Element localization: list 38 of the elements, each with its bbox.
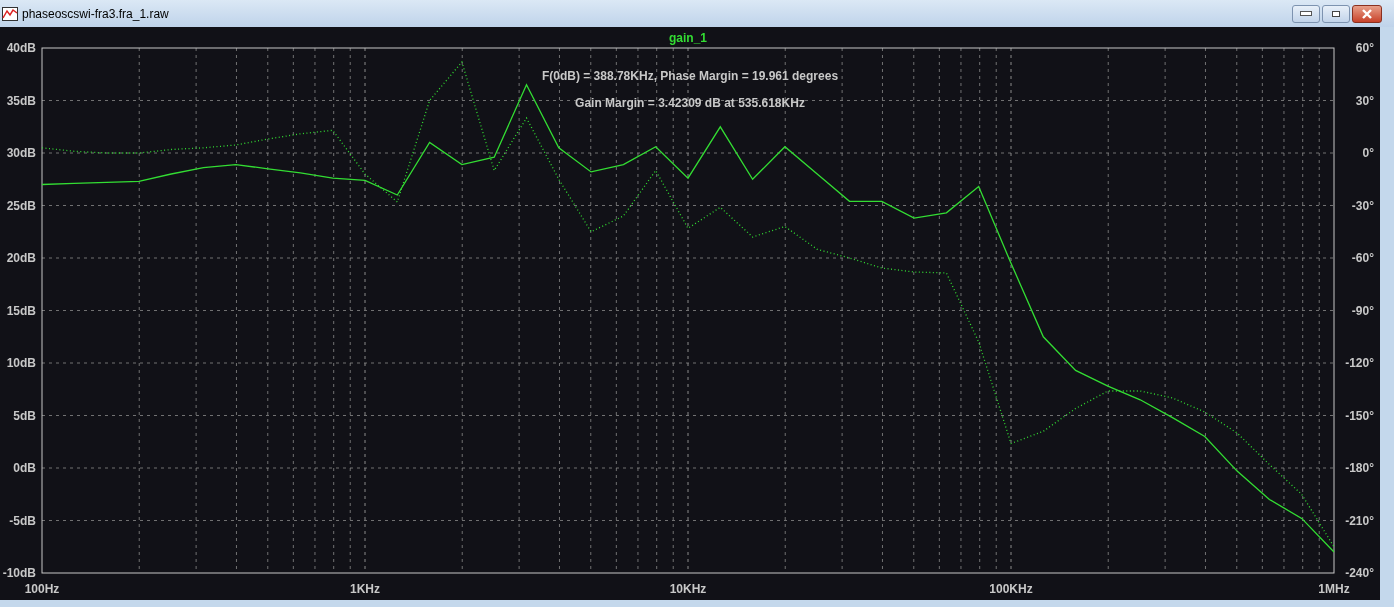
- y2-axis-label: 0°: [1362, 146, 1374, 160]
- y-axis-label: -5dB: [9, 513, 36, 528]
- x-axis-label: 1MHz: [1318, 582, 1350, 596]
- y2-axis-label: 60°: [1355, 41, 1374, 55]
- y-axis-label: 15dB: [6, 303, 36, 318]
- close-icon: [1361, 8, 1373, 19]
- y-axis-label: 35dB: [6, 93, 36, 108]
- y2-axis-label: -30°: [1351, 198, 1374, 213]
- y-axis-label: 40dB: [6, 41, 36, 55]
- maximize-button[interactable]: [1322, 4, 1350, 23]
- y2-axis-label: -150°: [1345, 408, 1374, 423]
- minimize-icon: [1300, 11, 1312, 16]
- window-title: phaseoscswi-fra3.fra_1.raw: [22, 6, 170, 21]
- y2-axis-label: -120°: [1345, 356, 1374, 370]
- y-axis-label: 25dB: [6, 198, 36, 213]
- y2-axis-label: -210°: [1345, 513, 1374, 528]
- waveform-icon: [2, 6, 18, 21]
- x-axis-label: 100KHz: [989, 582, 1033, 596]
- y2-axis-label: -180°: [1345, 461, 1374, 475]
- y2-axis-label: 30°: [1355, 93, 1374, 108]
- minimize-button[interactable]: [1292, 4, 1320, 23]
- restore-icon: [1332, 10, 1340, 17]
- y-axis-label: 10dB: [6, 356, 36, 370]
- x-axis-label: 10KHz: [669, 582, 707, 596]
- y-axis-label: 20dB: [6, 251, 36, 265]
- x-axis-label: 100Hz: [24, 582, 60, 596]
- close-button[interactable]: [1352, 4, 1382, 23]
- trace-title: gain_1: [669, 31, 707, 45]
- y2-axis-label: -90°: [1351, 303, 1374, 318]
- y-axis-label: 0dB: [13, 461, 36, 475]
- y-axis-label: 30dB: [6, 146, 36, 160]
- y-axis-label: -10dB: [2, 566, 36, 580]
- y-axis-label: 5dB: [13, 408, 36, 423]
- y2-axis-label: -240°: [1345, 566, 1374, 580]
- y2-axis-label: -60°: [1351, 251, 1374, 265]
- annotation-text: Gain Margin = 3.42309 dB at 535.618KHz: [575, 96, 805, 110]
- annotation-text: F(0dB) = 388.78KHz, Phase Margin = 19.961 degrees: [541, 69, 839, 83]
- x-axis-label: 1KHz: [350, 582, 380, 596]
